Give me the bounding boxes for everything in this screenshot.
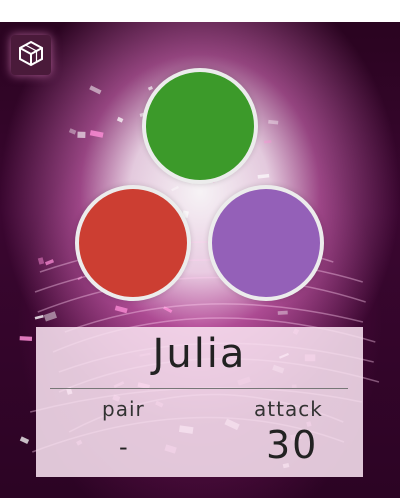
cube-icon	[17, 39, 45, 71]
sparkle	[257, 173, 270, 179]
sparkle	[37, 257, 45, 265]
sparkle	[44, 259, 55, 266]
sparkle	[89, 85, 102, 95]
player-name: Julia	[152, 331, 247, 377]
sparkle	[114, 305, 128, 314]
cube-menu-button[interactable]	[11, 35, 51, 75]
attack-label: attack	[254, 397, 323, 421]
red-orb[interactable]	[75, 185, 191, 301]
sparkle	[68, 128, 77, 135]
sparkle	[147, 86, 153, 91]
sparkle	[171, 185, 179, 192]
sparkle	[89, 130, 104, 138]
pair-value: -	[119, 433, 128, 461]
game-stage: Julia pair attack - 30	[0, 22, 400, 498]
sparkle	[116, 116, 124, 123]
sparkle	[34, 314, 44, 320]
attack-value: 30	[266, 423, 319, 467]
sparkle	[277, 310, 288, 315]
sparkle	[263, 140, 272, 144]
purple-orb[interactable]	[208, 185, 324, 301]
sparkle	[43, 311, 57, 322]
sparkle	[77, 131, 86, 138]
swirl-streak	[37, 276, 366, 313]
pair-label: pair	[102, 397, 145, 421]
player-card: Julia pair attack - 30	[36, 327, 363, 477]
sparkle	[19, 336, 33, 341]
sparkle	[19, 436, 30, 444]
green-orb[interactable]	[142, 68, 258, 184]
card-divider	[50, 388, 348, 389]
sparkle	[268, 119, 279, 125]
